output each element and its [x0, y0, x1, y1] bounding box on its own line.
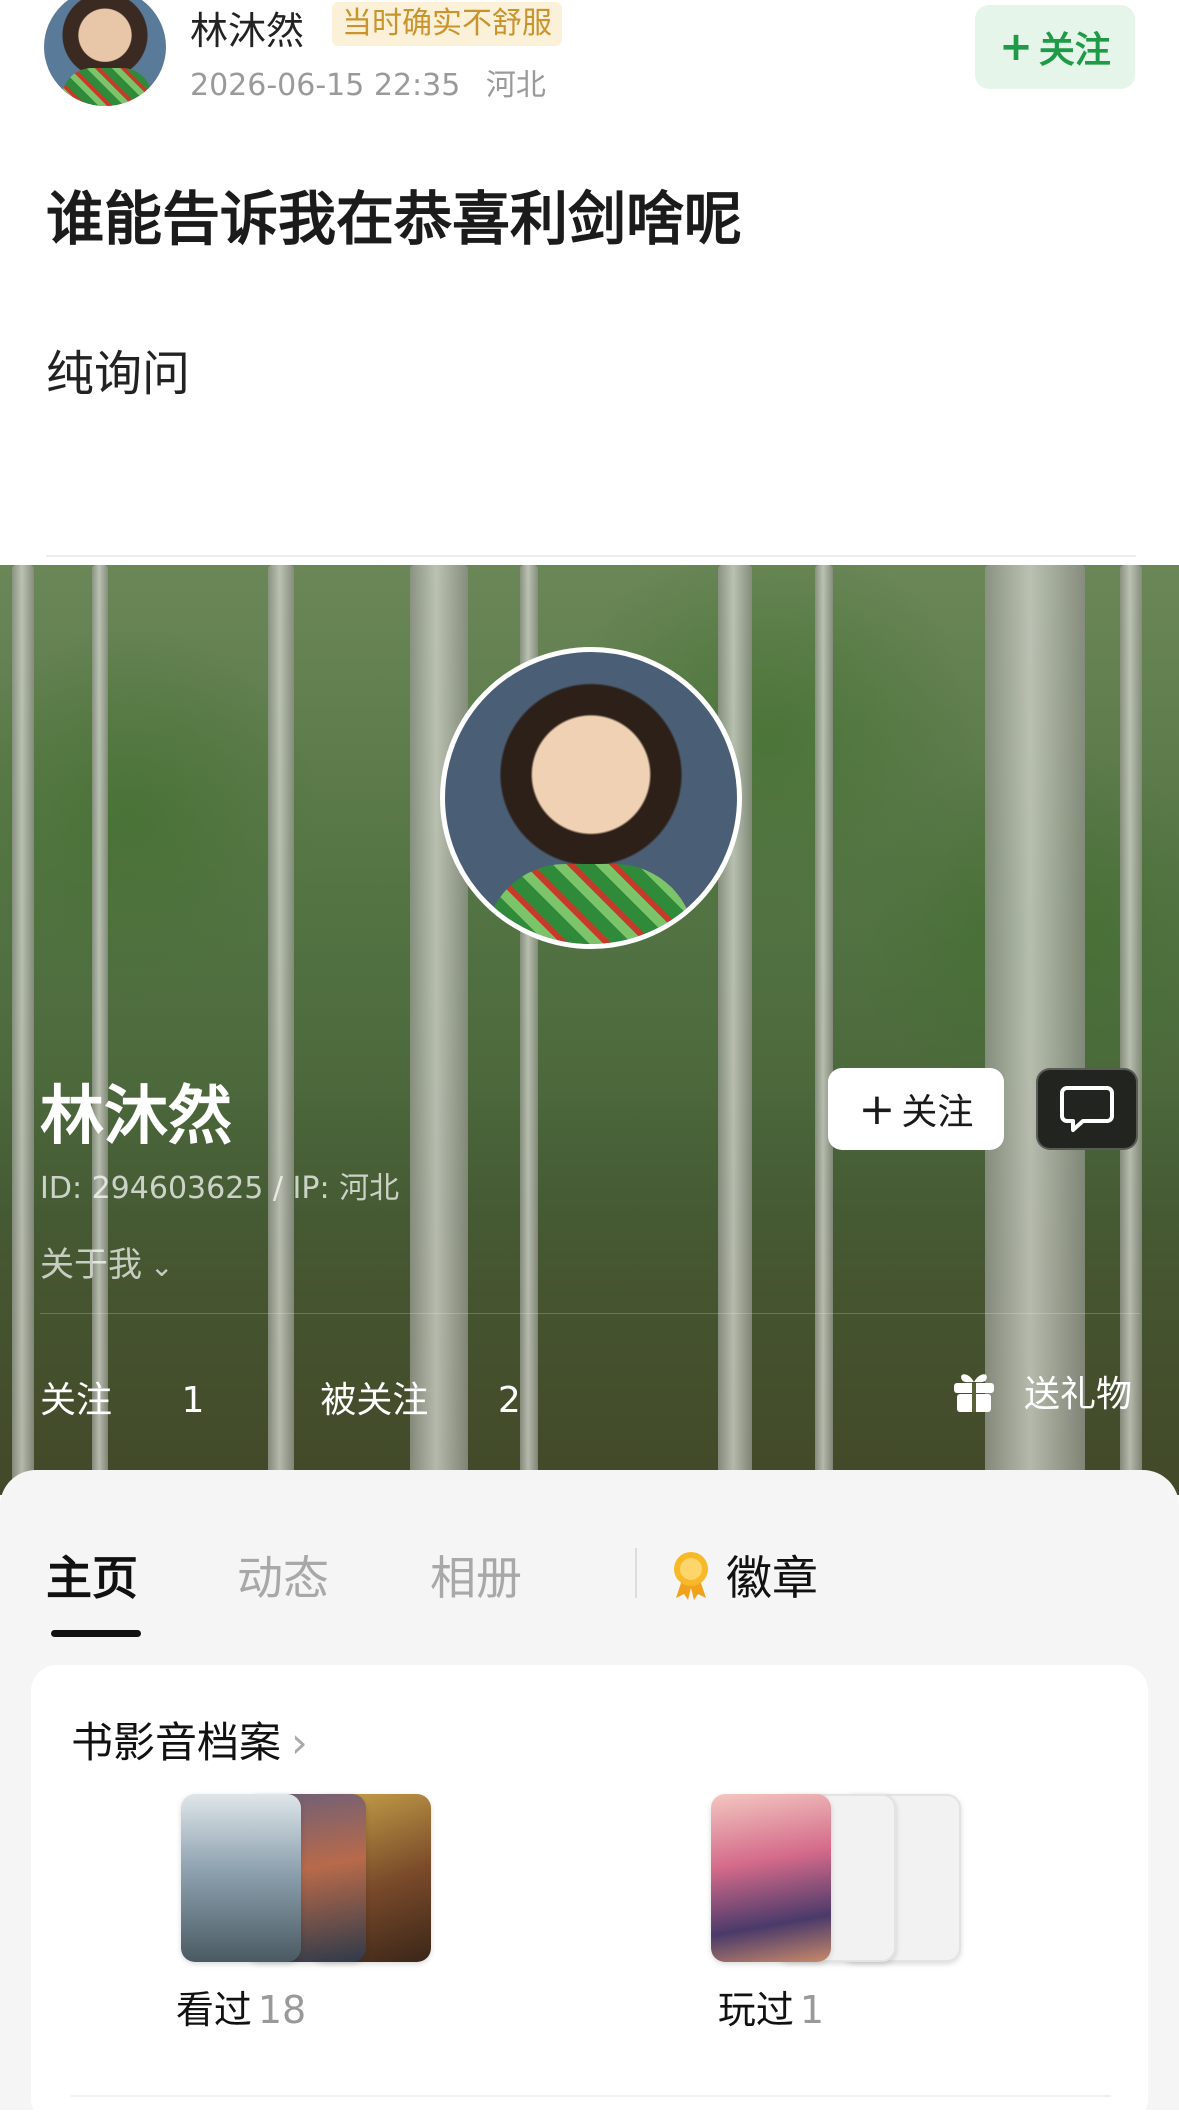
post-follow-button[interactable]: + 关注	[975, 5, 1135, 89]
followers-stat[interactable]: 被关注 2	[320, 1380, 578, 1421]
media-archive-title-text: 书影音档案	[71, 1718, 282, 1767]
follow-stats: 关注 1 被关注 2	[40, 1371, 637, 1423]
card-divider	[71, 2095, 1111, 2097]
tab-badges[interactable]: 徽章	[670, 1542, 818, 1608]
about-me-toggle[interactable]: 关于我 ⌄	[40, 1237, 173, 1286]
post-divider	[46, 555, 1136, 557]
tab-separator	[635, 1548, 637, 1598]
post-author-avatar[interactable]	[44, 0, 166, 106]
post-author-tag: 当时确实不舒服	[332, 2, 562, 46]
send-gift-label: 送礼物	[1024, 1374, 1133, 1415]
played-count: 1	[799, 1988, 825, 2032]
plus-icon: +	[858, 1083, 896, 1135]
followers-count: 2	[497, 1380, 521, 1421]
played-label: 玩过 1	[621, 1979, 921, 2034]
followers-label: 被关注	[320, 1380, 429, 1421]
post-date: 2026-06-15 22:35	[190, 68, 461, 103]
gift-icon	[954, 1374, 994, 1412]
post-author-name[interactable]: 林沐然	[190, 0, 304, 55]
tree-trunk-decoration	[268, 565, 294, 1495]
following-count: 1	[181, 1380, 205, 1421]
watched-label: 看过 18	[91, 1979, 391, 2034]
tree-trunk-decoration	[92, 565, 108, 1495]
post-meta: 2026-06-15 22:35 河北	[190, 60, 546, 104]
chevron-right-icon: ›	[291, 1718, 308, 1767]
post-section: 林沐然 当时确实不舒服 2026-06-15 22:35 河北 + 关注 谁能告…	[0, 0, 1179, 565]
tab-home[interactable]: 主页	[46, 1542, 138, 1608]
profile-follow-label: 关注	[901, 1092, 974, 1133]
tab-activity[interactable]: 动态	[237, 1542, 329, 1608]
tree-trunk-decoration	[1120, 565, 1142, 1495]
tab-album[interactable]: 相册	[430, 1542, 522, 1608]
about-me-label: 关于我	[40, 1245, 142, 1285]
chat-bubble-icon	[1060, 1086, 1114, 1132]
message-button[interactable]	[1036, 1068, 1138, 1150]
tree-trunk-decoration	[12, 565, 34, 1495]
game-cover	[711, 1794, 831, 1962]
hero-divider	[40, 1313, 1140, 1314]
watched-text: 看过	[175, 1988, 252, 2032]
played-text: 玩过	[717, 1988, 794, 2032]
watched-count: 18	[257, 1988, 307, 2032]
tree-trunk-decoration	[718, 565, 752, 1495]
medal-icon	[674, 1552, 708, 1600]
post-follow-label: 关注	[1038, 30, 1111, 71]
post-title: 谁能告诉我在恭喜利剑啥呢	[46, 185, 743, 253]
tree-trunk-decoration	[815, 565, 833, 1495]
post-body: 纯询问	[46, 346, 191, 402]
profile-avatar[interactable]	[440, 647, 742, 949]
tree-trunk-decoration	[985, 565, 1085, 1495]
profile-id-line: ID: 294603625 / IP: 河北	[40, 1171, 400, 1206]
following-label: 关注	[40, 1380, 113, 1421]
profile-follow-button[interactable]: + 关注	[828, 1068, 1004, 1150]
active-tab-indicator	[51, 1630, 141, 1637]
media-archive-title[interactable]: 书影音档案 ›	[71, 1709, 308, 1770]
tree-trunk-decoration	[410, 565, 468, 1495]
send-gift-button[interactable]: 送礼物	[950, 1365, 1132, 1417]
movie-cover	[181, 1794, 301, 1962]
chevron-down-icon: ⌄	[150, 1250, 174, 1283]
media-archive-card: 书影音档案 › 看过 18 玩过 1	[31, 1665, 1148, 2125]
plus-icon: +	[999, 24, 1033, 70]
profile-hero: 林沐然 ID: 294603625 / IP: 河北 关于我 ⌄ + 关注 关注 …	[0, 565, 1179, 1495]
profile-content-sheet: 主页 动态 相册 徽章 书影音档案 › 看过 18 玩过 1	[0, 1470, 1179, 2125]
avatar-scarf-decoration	[62, 68, 152, 106]
avatar-scarf-decoration	[485, 864, 695, 944]
following-stat[interactable]: 关注 1	[40, 1380, 262, 1421]
profile-name: 林沐然	[40, 1080, 232, 1154]
post-location: 河北	[485, 68, 546, 103]
profile-tabs: 主页 动态 相册 徽章	[0, 1470, 1179, 1637]
tab-badges-label: 徽章	[726, 1551, 818, 1605]
